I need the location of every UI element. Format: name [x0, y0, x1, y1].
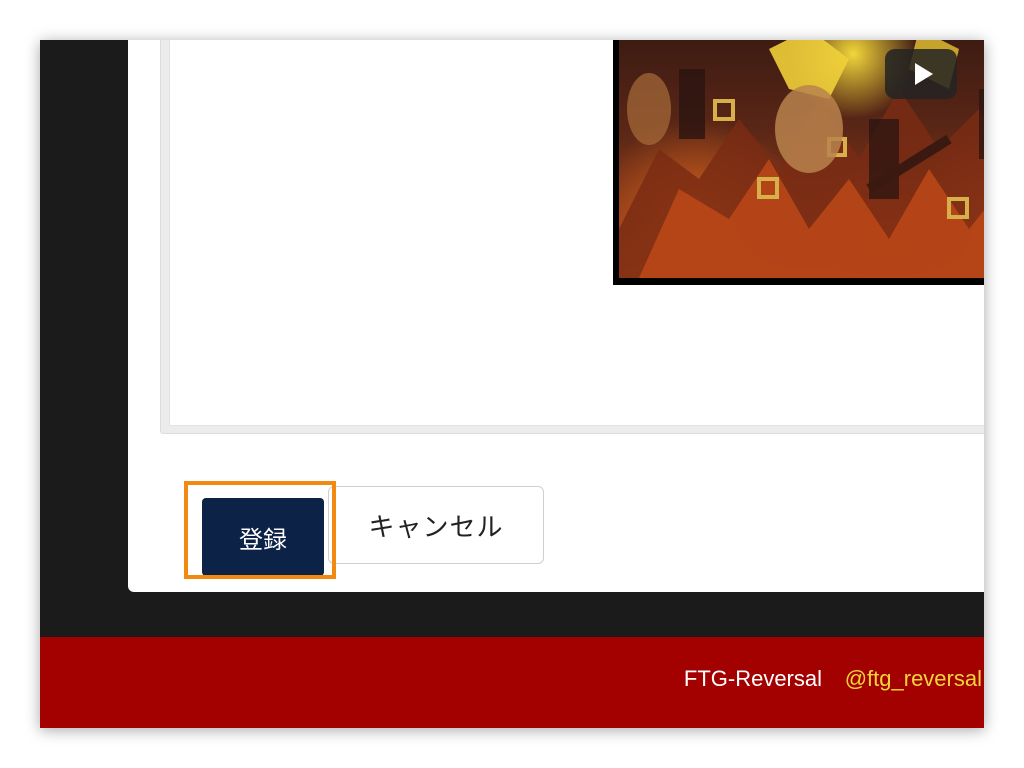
embedded-video[interactable]: [613, 40, 984, 285]
footer-twitter-link[interactable]: @ftg_reversal: [845, 666, 982, 692]
register-button[interactable]: 登録: [202, 498, 324, 576]
footer-brand: FTG-Reversal: [683, 666, 822, 691]
site-footer: FTG-Reversal @ftg_reversal: [40, 637, 984, 728]
video-thumbnail: [619, 40, 984, 278]
editor-content-area[interactable]: [169, 40, 984, 426]
app-screen: 登録 キャンセル FTG-Reversal @ftg_reversal: [40, 40, 984, 728]
rich-text-editor[interactable]: [160, 40, 984, 434]
cancel-button[interactable]: キャンセル: [328, 486, 544, 564]
play-icon[interactable]: [885, 49, 957, 99]
form-panel: 登録 キャンセル: [128, 40, 984, 592]
